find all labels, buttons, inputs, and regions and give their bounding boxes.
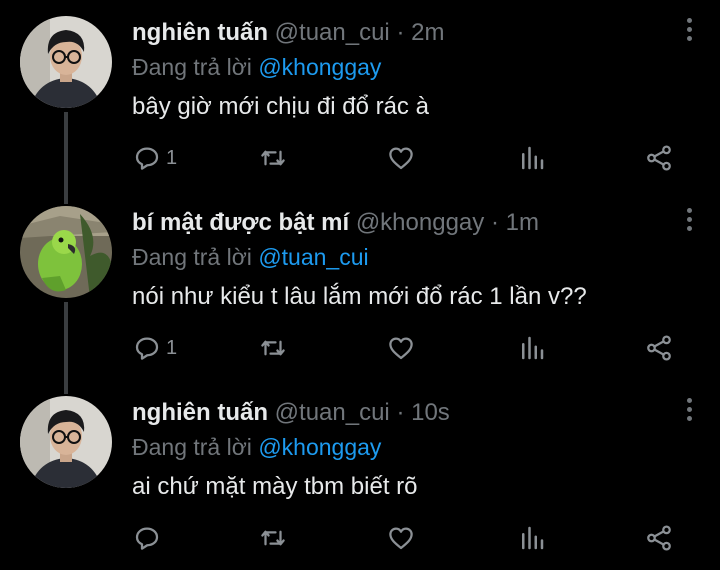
retweet-icon [261, 340, 285, 356]
analytics-icon [522, 336, 544, 360]
reply-prefix: Đang trả lời [132, 54, 252, 80]
tweet-header: nghiên tuấn @tuan_cui · 2m [132, 18, 444, 48]
like-button[interactable] [386, 140, 416, 176]
reply-icon [135, 337, 159, 360]
user-handle[interactable]: @tuan_cui [275, 19, 390, 46]
tweet-text: ai chứ mặt mày tbm biết rõ [132, 473, 418, 500]
retweet-button[interactable] [258, 140, 288, 176]
profile-photo-man-icon [20, 16, 112, 108]
replying-to: Đang trả lời @khonggay [132, 52, 381, 82]
reply-count: 1 [166, 336, 178, 359]
timestamp[interactable]: 2m [411, 19, 444, 46]
tweet-2[interactable]: bí mật được bật mí @khonggay · 1m Đang t… [0, 190, 720, 394]
display-name[interactable]: nghiên tuấn [132, 19, 268, 46]
display-name[interactable]: nghiên tuấn [132, 399, 268, 426]
avatar[interactable] [20, 396, 112, 488]
reply-prefix: Đang trả lời [132, 244, 252, 270]
tweet-3[interactable]: nghiên tuấn @tuan_cui · 10s Đang trả lời… [0, 380, 720, 570]
timestamp[interactable]: 1m [506, 209, 539, 236]
avatar[interactable] [20, 206, 112, 298]
more-options-icon[interactable] [684, 208, 694, 236]
views-button[interactable] [517, 330, 547, 366]
profile-photo-man-icon [20, 396, 112, 488]
heart-icon [389, 147, 413, 170]
heart-icon [389, 337, 413, 360]
more-options-icon[interactable] [684, 18, 694, 46]
reply-icon [135, 147, 159, 170]
like-button[interactable] [386, 520, 416, 556]
share-icon [647, 525, 671, 551]
replying-to: Đang trả lời @tuan_cui [132, 242, 369, 272]
share-icon [647, 145, 671, 171]
share-icon [647, 335, 671, 361]
views-button[interactable] [517, 520, 547, 556]
tweet-actions: 1 [132, 140, 692, 176]
reply-mention-link[interactable]: @tuan_cui [258, 244, 368, 270]
reply-icon [135, 527, 159, 550]
tweet-text: bây giờ mới chịu đi đổ rác à [132, 93, 429, 120]
separator-dot: · [396, 399, 405, 426]
avatar[interactable] [20, 16, 112, 108]
display-name[interactable]: bí mật được bật mí [132, 209, 349, 236]
views-button[interactable] [517, 140, 547, 176]
retweet-button[interactable] [258, 520, 288, 556]
user-handle[interactable]: @khonggay [356, 209, 484, 236]
analytics-icon [522, 146, 544, 170]
separator-dot: · [490, 209, 499, 236]
reply-mention-link[interactable]: @khonggay [258, 434, 381, 460]
tweet-actions: 1 [132, 330, 692, 366]
retweet-icon [261, 150, 285, 166]
tweet-actions [132, 520, 692, 556]
more-options-icon[interactable] [684, 398, 694, 426]
retweet-button[interactable] [258, 330, 288, 366]
share-button[interactable] [644, 330, 674, 366]
retweet-icon [261, 530, 285, 546]
timestamp[interactable]: 10s [411, 399, 450, 426]
replying-to: Đang trả lời @khonggay [132, 432, 381, 462]
separator-dot: · [396, 19, 405, 46]
user-handle[interactable]: @tuan_cui [275, 399, 390, 426]
reply-prefix: Đang trả lời [132, 434, 252, 460]
profile-photo-parrot-icon [20, 206, 112, 298]
reply-button[interactable]: 1 [132, 330, 177, 366]
tweet-1[interactable]: nghiên tuấn @tuan_cui · 2m Đang trả lời … [0, 0, 720, 204]
tweet-header: nghiên tuấn @tuan_cui · 10s [132, 398, 450, 428]
tweet-text: nói như kiểu t lâu lắm mới đổ rác 1 lần … [132, 283, 587, 310]
analytics-icon [522, 526, 544, 550]
reply-button[interactable]: 1 [132, 140, 177, 176]
tweet-header: bí mật được bật mí @khonggay · 1m [132, 208, 539, 238]
share-button[interactable] [644, 520, 674, 556]
reply-mention-link[interactable]: @khonggay [258, 54, 381, 80]
share-button[interactable] [644, 140, 674, 176]
reply-count: 1 [166, 146, 178, 169]
like-button[interactable] [386, 330, 416, 366]
heart-icon [389, 527, 413, 550]
reply-button[interactable] [132, 520, 166, 556]
